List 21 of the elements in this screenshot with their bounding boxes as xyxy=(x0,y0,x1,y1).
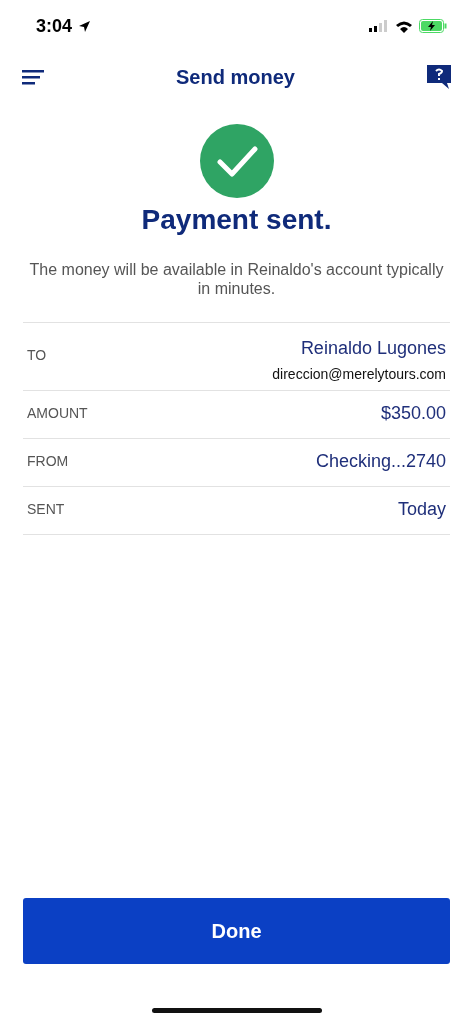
location-icon xyxy=(78,19,92,33)
wifi-icon xyxy=(395,19,413,33)
menu-icon[interactable] xyxy=(22,69,44,85)
result-message: The money will be available in Reinaldo's account typically in minutes. xyxy=(28,260,445,298)
battery-icon xyxy=(419,19,447,33)
status-time: 3:04 xyxy=(36,15,73,37)
screen-title: Send money xyxy=(176,65,295,89)
help-chat-icon[interactable] xyxy=(427,65,451,89)
detail-label: TO xyxy=(27,347,47,363)
detail-value: Today xyxy=(397,499,446,520)
detail-label: AMOUNT xyxy=(27,405,88,421)
result-title: Payment sent. xyxy=(141,204,332,236)
detail-label: SENT xyxy=(27,501,65,517)
detail-email: direccion@merelytours.com xyxy=(272,366,446,382)
done-button[interactable]: Done xyxy=(23,898,450,964)
success-check-icon xyxy=(199,124,274,198)
detail-value: $350.00 xyxy=(380,403,446,424)
detail-value: Checking...2740 xyxy=(315,451,446,472)
signal-icon xyxy=(369,20,389,32)
detail-value: Reinaldo Lugones xyxy=(300,338,446,359)
detail-label: FROM xyxy=(27,453,69,469)
